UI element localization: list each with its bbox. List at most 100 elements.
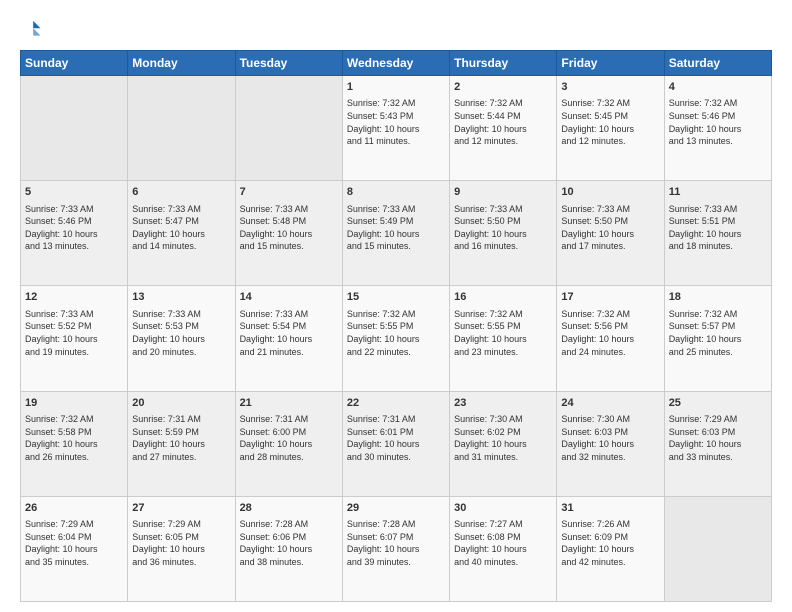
- week-row-4: 26Sunrise: 7:29 AMSunset: 6:04 PMDayligh…: [21, 496, 772, 601]
- day-content-line: and 42 minutes.: [561, 556, 659, 569]
- day-content-line: Sunset: 5:47 PM: [132, 215, 230, 228]
- day-number: 3: [561, 80, 659, 95]
- day-content-line: Sunrise: 7:28 AM: [240, 518, 338, 531]
- day-content-line: and 21 minutes.: [240, 346, 338, 359]
- day-content-line: Sunrise: 7:30 AM: [561, 413, 659, 426]
- day-content-line: Daylight: 10 hours: [454, 438, 552, 451]
- day-content-line: Daylight: 10 hours: [454, 228, 552, 241]
- day-content-line: Sunset: 6:03 PM: [561, 426, 659, 439]
- week-row-2: 12Sunrise: 7:33 AMSunset: 5:52 PMDayligh…: [21, 286, 772, 391]
- day-number: 21: [240, 396, 338, 411]
- day-number: 28: [240, 501, 338, 516]
- day-content-line: and 15 minutes.: [240, 240, 338, 253]
- week-row-3: 19Sunrise: 7:32 AMSunset: 5:58 PMDayligh…: [21, 391, 772, 496]
- day-content-line: Daylight: 10 hours: [669, 333, 767, 346]
- day-content-line: Sunset: 5:44 PM: [454, 110, 552, 123]
- day-content-line: Sunrise: 7:32 AM: [25, 413, 123, 426]
- day-number: 17: [561, 290, 659, 305]
- day-content-line: Sunset: 5:46 PM: [669, 110, 767, 123]
- day-content-line: and 23 minutes.: [454, 346, 552, 359]
- day-content-line: Sunrise: 7:29 AM: [132, 518, 230, 531]
- day-content-line: Daylight: 10 hours: [240, 333, 338, 346]
- day-number: 19: [25, 396, 123, 411]
- day-content-line: Sunset: 5:49 PM: [347, 215, 445, 228]
- day-content-line: Sunset: 5:51 PM: [669, 215, 767, 228]
- calendar-cell: 8 Sunrise: 7:33 AMSunset: 5:49 PMDaylight…: [342, 181, 449, 286]
- logo: [20, 18, 46, 40]
- day-number: 2: [454, 80, 552, 95]
- day-number: 9: [454, 185, 552, 200]
- day-content-line: Daylight: 10 hours: [669, 228, 767, 241]
- day-content-line: Daylight: 10 hours: [561, 438, 659, 451]
- calendar-cell: 24 Sunrise: 7:30 AMSunset: 6:03 PMDayligh…: [557, 391, 664, 496]
- header: [20, 18, 772, 40]
- day-content-line: and 40 minutes.: [454, 556, 552, 569]
- weekday-header-wednesday: Wednesday: [342, 51, 449, 76]
- day-content-line: Sunrise: 7:29 AM: [669, 413, 767, 426]
- day-content-line: Daylight: 10 hours: [669, 438, 767, 451]
- day-content-line: and 12 minutes.: [561, 135, 659, 148]
- day-content-line: Daylight: 10 hours: [561, 123, 659, 136]
- day-content-line: Sunrise: 7:31 AM: [347, 413, 445, 426]
- day-content-line: Sunset: 5:52 PM: [25, 320, 123, 333]
- day-content-line: Daylight: 10 hours: [240, 543, 338, 556]
- weekday-header-monday: Monday: [128, 51, 235, 76]
- day-number: 7: [240, 185, 338, 200]
- day-number: 4: [669, 80, 767, 95]
- day-number: 8: [347, 185, 445, 200]
- day-content-line: Sunrise: 7:33 AM: [25, 308, 123, 321]
- day-content-line: Sunset: 5:50 PM: [561, 215, 659, 228]
- day-number: 23: [454, 396, 552, 411]
- calendar-cell: 16Sunrise: 7:32 AMSunset: 5:55 PMDayligh…: [450, 286, 557, 391]
- day-content-line: Sunrise: 7:32 AM: [347, 308, 445, 321]
- week-row-0: 1Sunrise: 7:32 AMSunset: 5:43 PMDaylight…: [21, 76, 772, 181]
- day-content-line: Sunrise: 7:33 AM: [347, 203, 445, 216]
- calendar-cell: 3Sunrise: 7:32 AMSunset: 5:45 PMDaylight…: [557, 76, 664, 181]
- day-content-line: and 25 minutes.: [669, 346, 767, 359]
- day-content-line: Sunrise: 7:33 AM: [454, 203, 552, 216]
- weekday-header-tuesday: Tuesday: [235, 51, 342, 76]
- day-content-line: Daylight: 10 hours: [347, 228, 445, 241]
- day-content-line: Sunset: 5:56 PM: [561, 320, 659, 333]
- day-content-line: and 14 minutes.: [132, 240, 230, 253]
- day-content-line: Sunrise: 7:32 AM: [561, 308, 659, 321]
- day-content-line: Daylight: 10 hours: [240, 438, 338, 451]
- day-number: 24: [561, 396, 659, 411]
- day-number: 1: [347, 80, 445, 95]
- day-content-line: Sunrise: 7:27 AM: [454, 518, 552, 531]
- calendar-cell: 27Sunrise: 7:29 AMSunset: 6:05 PMDayligh…: [128, 496, 235, 601]
- day-content-line: Sunset: 6:09 PM: [561, 531, 659, 544]
- day-content-line: Sunset: 5:53 PM: [132, 320, 230, 333]
- calendar-cell: 21Sunrise: 7:31 AMSunset: 6:00 PMDayligh…: [235, 391, 342, 496]
- calendar-cell: 4Sunrise: 7:32 AMSunset: 5:46 PMDaylight…: [664, 76, 771, 181]
- day-number: 22: [347, 396, 445, 411]
- day-content-line: Sunrise: 7:31 AM: [132, 413, 230, 426]
- day-content-line: Daylight: 10 hours: [561, 543, 659, 556]
- day-content-line: and 20 minutes.: [132, 346, 230, 359]
- day-content-line: and 30 minutes.: [347, 451, 445, 464]
- day-content-line: and 38 minutes.: [240, 556, 338, 569]
- calendar-cell: 22Sunrise: 7:31 AMSunset: 6:01 PMDayligh…: [342, 391, 449, 496]
- calendar-cell: 11Sunrise: 7:33 AMSunset: 5:51 PMDayligh…: [664, 181, 771, 286]
- day-content-line: Sunrise: 7:29 AM: [25, 518, 123, 531]
- day-number: 15: [347, 290, 445, 305]
- day-content-line: Daylight: 10 hours: [347, 438, 445, 451]
- day-content-line: Sunset: 5:57 PM: [669, 320, 767, 333]
- day-content-line: Daylight: 10 hours: [454, 333, 552, 346]
- day-content-line: Daylight: 10 hours: [669, 123, 767, 136]
- day-content-line: Sunrise: 7:32 AM: [669, 308, 767, 321]
- calendar-cell: 19Sunrise: 7:32 AMSunset: 5:58 PMDayligh…: [21, 391, 128, 496]
- day-content-line: Daylight: 10 hours: [240, 228, 338, 241]
- day-content-line: and 13 minutes.: [25, 240, 123, 253]
- calendar-cell: 29Sunrise: 7:28 AMSunset: 6:07 PMDayligh…: [342, 496, 449, 601]
- day-content-line: and 26 minutes.: [25, 451, 123, 464]
- day-content-line: and 11 minutes.: [347, 135, 445, 148]
- day-content-line: Daylight: 10 hours: [454, 123, 552, 136]
- day-content-line: and 17 minutes.: [561, 240, 659, 253]
- day-content-line: Sunset: 5:43 PM: [347, 110, 445, 123]
- day-content-line: Sunset: 5:55 PM: [454, 320, 552, 333]
- day-content-line: and 32 minutes.: [561, 451, 659, 464]
- day-number: 16: [454, 290, 552, 305]
- calendar-cell: 7Sunrise: 7:33 AMSunset: 5:48 PMDaylight…: [235, 181, 342, 286]
- weekday-header-sunday: Sunday: [21, 51, 128, 76]
